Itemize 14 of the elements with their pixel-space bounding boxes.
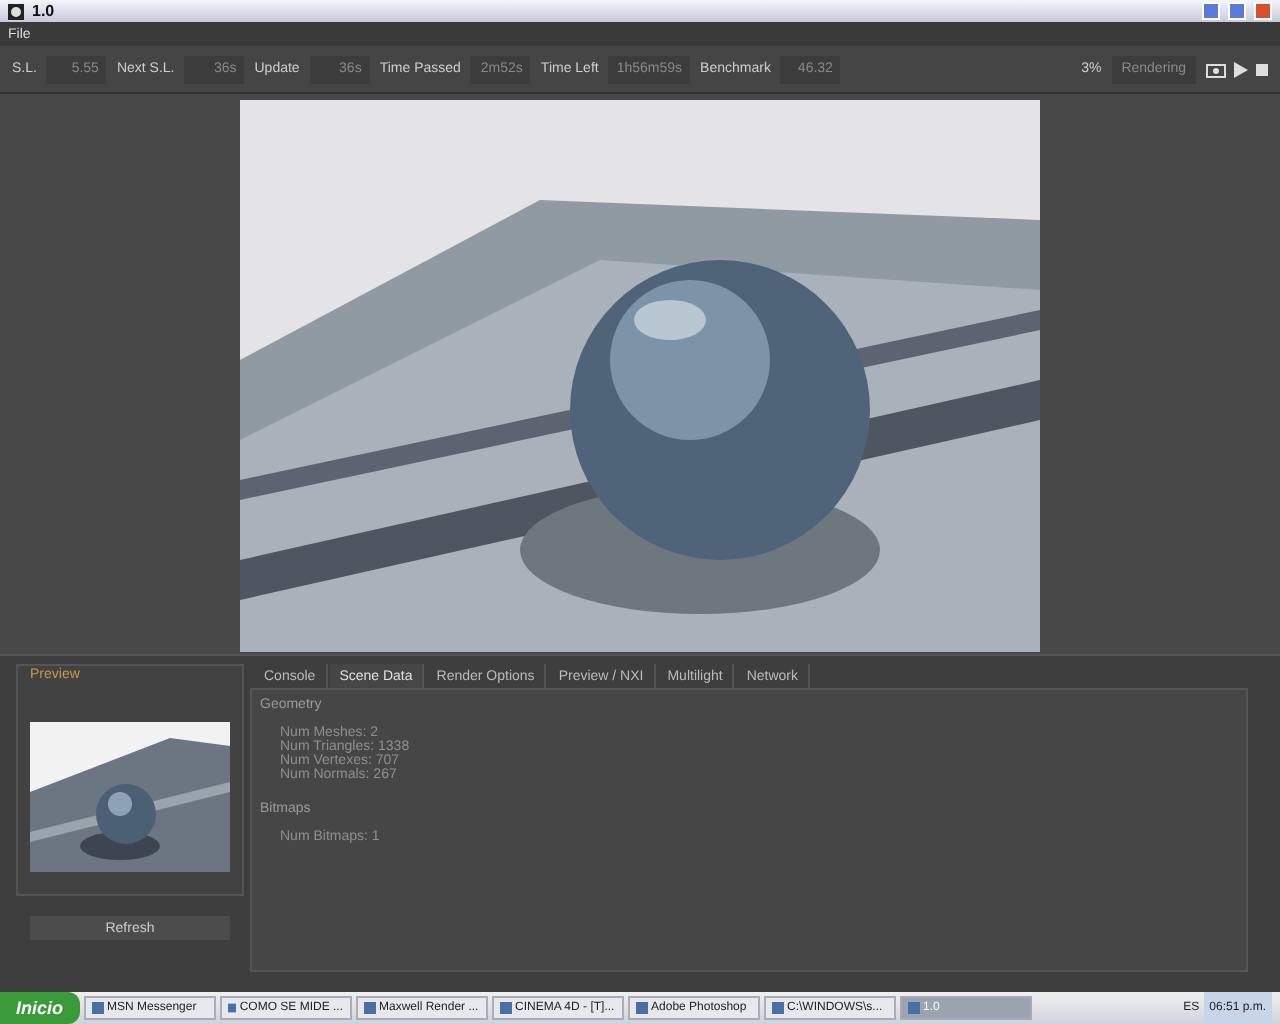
window-icon: [771, 1002, 784, 1014]
window-icon: [635, 1002, 648, 1014]
camera-icon[interactable]: [1206, 61, 1226, 77]
close-button[interactable]: [1254, 2, 1272, 20]
stop-icon[interactable]: [1256, 63, 1268, 75]
start-button[interactable]: Inicio: [0, 992, 80, 1024]
play-icon[interactable]: [1234, 61, 1248, 77]
window-icon: [91, 1002, 104, 1014]
app-icon: [8, 3, 24, 19]
window-icon: [907, 1002, 920, 1014]
window-icon: [363, 1002, 376, 1014]
window-icon: [499, 1002, 512, 1014]
window-title: 1.0: [32, 3, 55, 19]
window-icon: [227, 1002, 236, 1014]
